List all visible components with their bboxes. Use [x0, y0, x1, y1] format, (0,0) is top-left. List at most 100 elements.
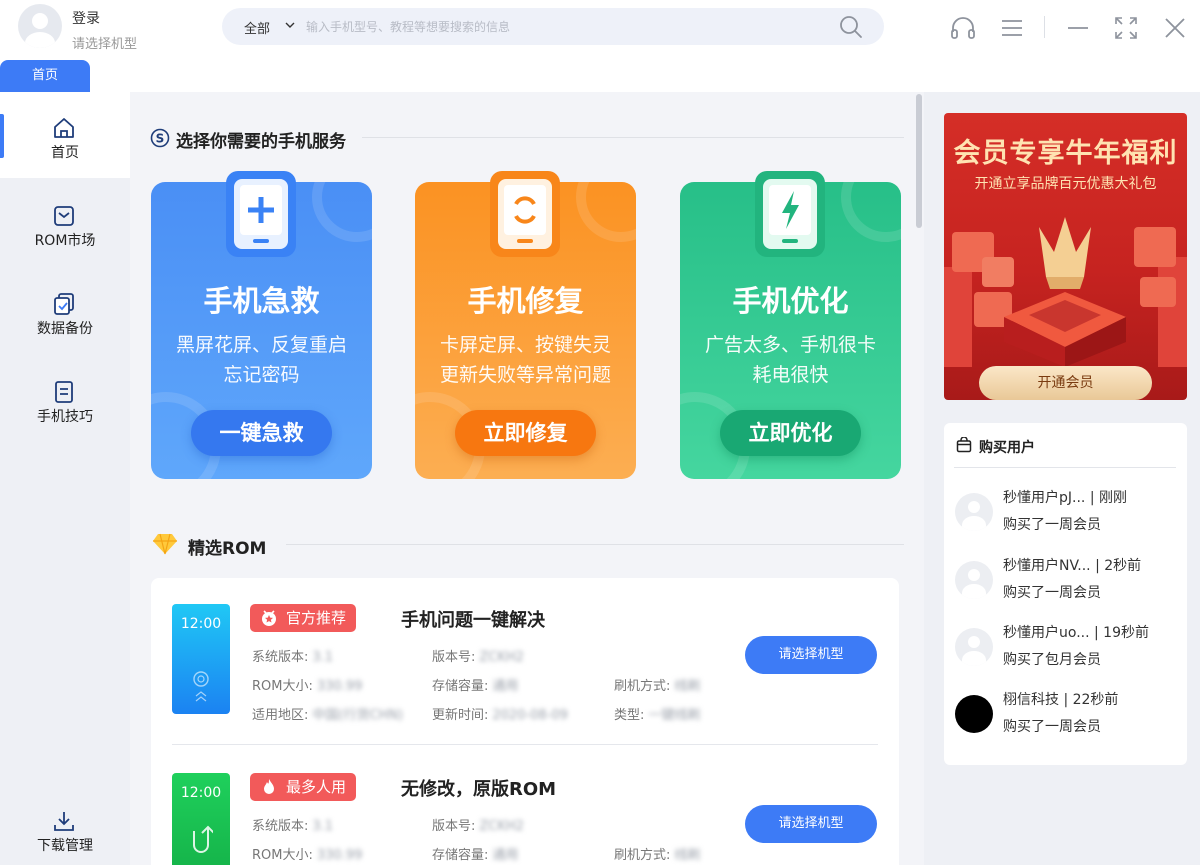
tab-home[interactable]: 首页 [0, 60, 90, 92]
official-badge: 官方推荐 [250, 604, 357, 632]
close-icon[interactable] [1161, 14, 1189, 42]
buyer-avatar [955, 493, 993, 531]
services-section-title: 选择你需要的手机服务 [176, 132, 346, 152]
popular-badge: 最多人用 [250, 773, 357, 801]
rom-badge-label: 官方推荐 [286, 609, 347, 627]
rom-field-flash: 刷机方式: 线刷 [614, 679, 701, 694]
right-panel: 会员专享牛年福利 开通立享品牌百元优惠大礼包 开通会员 购买用户 秒懂用户pJ.… [924, 92, 1200, 865]
rom-list: 12:00 官方推荐 手机问题一键解决 系统版本: 3.1 版本号: ZCKH2 R… [151, 578, 899, 865]
rom-field-size: ROM大小: 330.99 [252, 848, 363, 863]
minimize-icon[interactable] [1064, 14, 1092, 42]
phone-repair-icon [490, 171, 560, 257]
user-avatar[interactable] [18, 4, 62, 48]
rom-field-build: 版本号: ZCKH2 [432, 819, 524, 834]
optimize-button[interactable]: 立即优化 [720, 410, 861, 456]
rescue-button[interactable]: 一键急救 [191, 410, 332, 456]
diamond-icon [153, 533, 177, 555]
sidebar-item-home[interactable]: 首页 [0, 92, 130, 178]
buyer-avatar [955, 695, 993, 733]
banner-illustration [944, 217, 1187, 367]
open-vip-button[interactable]: 开通会员 [979, 366, 1152, 400]
tips-icon [55, 381, 73, 403]
buyers-title: 购买用户 [979, 440, 1035, 456]
service-desc: 更新失败等异常问题 [439, 364, 611, 386]
buyer-item: 秒懂用户pJ... | 刚刚 购买了一周会员 [944, 490, 1187, 553]
buyer-time: | 22秒前 [1063, 692, 1119, 708]
rom-name: 手机问题一键解决 [401, 610, 545, 631]
buyer-item: 秒懂用户uo... | 19秒前 购买了包月会员 [944, 625, 1187, 688]
backup-icon [54, 293, 74, 315]
sidebar-item-label: 下载管理 [37, 838, 93, 854]
rom-section-title: 精选ROM [188, 539, 267, 559]
rom-item: 12:00 官方推荐 手机问题一键解决 系统版本: 3.1 版本号: ZCKH2 R… [151, 578, 899, 745]
repair-button[interactable]: 立即修复 [455, 410, 596, 456]
rom-market-icon [54, 206, 74, 226]
buyer-time: | 2秒前 [1095, 558, 1142, 574]
fullscreen-icon[interactable] [1112, 14, 1140, 42]
main-scrollbar[interactable] [914, 92, 924, 865]
rom-thumbnail: 12:00 [172, 604, 230, 714]
select-model-button[interactable]: 请选择机型 [745, 805, 877, 843]
service-title: 手机急救 [203, 284, 320, 318]
rom-thumb-time: 12:00 [180, 616, 222, 632]
search-bar: 全部 [222, 8, 884, 45]
shopping-bag-icon [956, 437, 972, 453]
login-link[interactable]: 登录 [72, 8, 100, 28]
buyer-time: | 19秒前 [1094, 625, 1149, 641]
buyer-item: 秒懂用户NV... | 2秒前 购买了一周会员 [944, 558, 1187, 621]
buyer-time: | 刚刚 [1089, 490, 1127, 506]
sidebar-item-label: 首页 [51, 145, 79, 161]
sidebar-item-label: 手机技巧 [37, 409, 93, 425]
vip-banner[interactable]: 会员专享牛年福利 开通立享品牌百元优惠大礼包 开通会员 [944, 113, 1187, 400]
rom-field-region: 适用地区: 中国(行货CHN) [252, 708, 404, 723]
sidebar-item-label: ROM市场 [34, 233, 96, 249]
rom-name: 无修改，原版ROM [401, 779, 557, 800]
banner-subtitle: 开通立享品牌百元优惠大礼包 [974, 176, 1157, 192]
buyer-name: 秒懂用户uo... | 19秒前 [1003, 625, 1149, 641]
search-icon[interactable] [838, 14, 864, 40]
sidebar-item-tips[interactable]: 手机技巧 [0, 356, 130, 442]
menu-icon[interactable] [998, 14, 1026, 42]
home-icon [54, 118, 74, 138]
section-divider [362, 137, 904, 138]
main-content: S 选择你需要的手机服务 手机急救 黑屏花屏、反复重启 忘记密码 一键急救 手机… [130, 92, 924, 865]
svg-text:S: S [156, 132, 165, 146]
chevron-down-icon[interactable] [284, 19, 296, 31]
buyers-panel: 购买用户 秒懂用户pJ... | 刚刚 购买了一周会员 秒懂用户NV... | … [944, 423, 1187, 765]
official-icon [262, 610, 276, 626]
phone-bolt-icon [755, 171, 825, 257]
buyer-name: 栩信科技 | 22秒前 [1003, 692, 1119, 708]
rom-field-size: ROM大小: 330.99 [252, 679, 363, 694]
arrow-up-icon [193, 825, 213, 853]
sidebar-item-label: 数据备份 [37, 321, 93, 337]
sidebar-item-backup[interactable]: 数据备份 [0, 268, 130, 354]
buyers-divider [954, 467, 1176, 468]
buyer-action: 购买了一周会员 [1003, 517, 1101, 533]
rom-divider [172, 744, 878, 745]
fingerprint-icon [193, 671, 209, 702]
search-input[interactable] [306, 15, 826, 38]
service-desc: 耗电很快 [752, 364, 829, 386]
sidebar: 首页 ROM市场 数据备份 手机技巧 下载管理 [0, 92, 130, 865]
rom-thumb-time: 12:00 [180, 785, 222, 801]
search-scope-select[interactable]: 全部 [244, 18, 270, 37]
rom-field-updated: 更新时间: 2020-08-09 [432, 708, 568, 723]
scroll-thumb[interactable] [916, 94, 922, 228]
sidebar-item-rom-market[interactable]: ROM市场 [0, 180, 130, 266]
select-model-link[interactable]: 请选择机型 [72, 33, 137, 52]
sidebar-item-download[interactable]: 下载管理 [0, 785, 130, 865]
buyer-action: 购买了一周会员 [1003, 719, 1101, 735]
top-bar: 登录 请选择机型 全部 首页 [0, 0, 1200, 92]
section-divider [286, 544, 904, 545]
toolbar-separator [1044, 16, 1045, 38]
rom-field-storage: 存储容量: 通用 [432, 679, 519, 694]
service-title: 手机优化 [732, 284, 849, 318]
select-model-button[interactable]: 请选择机型 [745, 636, 877, 674]
rom-field-sys: 系统版本: 3.1 [252, 819, 334, 834]
service-desc: 黑屏花屏、反复重启 [175, 334, 347, 356]
rom-thumbnail: 12:00 [172, 773, 230, 865]
service-title: 手机修复 [467, 284, 584, 318]
headset-icon[interactable] [949, 14, 977, 42]
fire-icon [264, 779, 274, 794]
rom-field-type: 类型: 一键线刷 [614, 708, 701, 723]
